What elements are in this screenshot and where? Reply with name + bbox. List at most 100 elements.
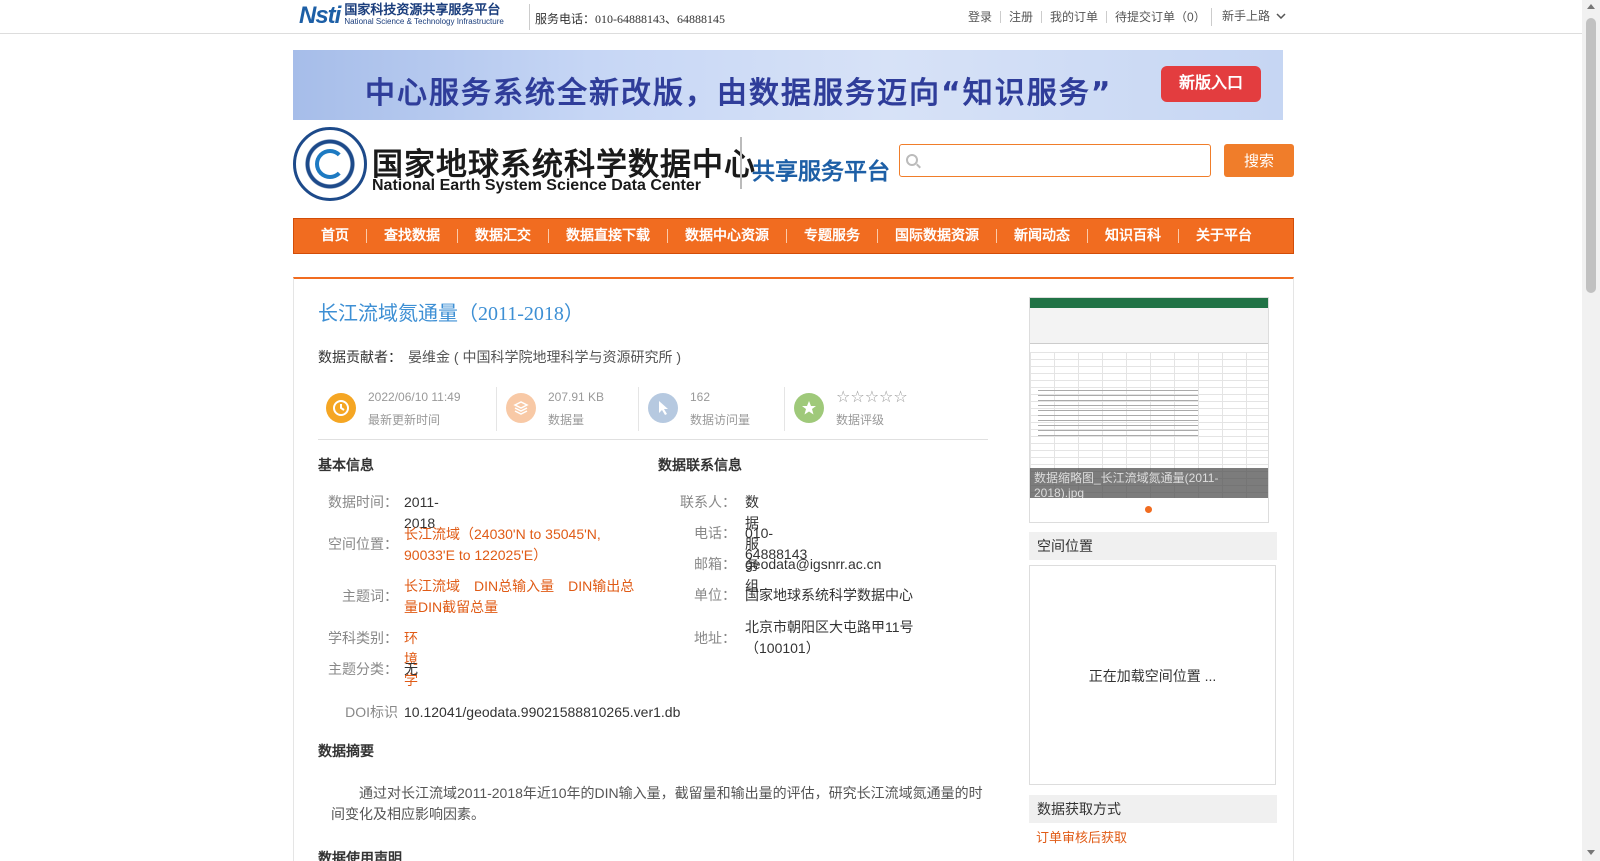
nav-item-news[interactable]: 新闻动态 — [997, 229, 1088, 243]
contributor-value: 晏维金 ( 中国科学院地理科学与资源研究所 ) — [408, 349, 681, 365]
clock-icon — [326, 393, 356, 423]
contact-info-heading: 数据联系信息 — [658, 457, 742, 473]
contributor: 数据贡献者： 晏维金 ( 中国科学院地理科学与资源研究所 ) — [318, 347, 681, 367]
location-value[interactable]: 长江流域（24030'N to 35045'N, 90033'E to 1220… — [404, 524, 644, 566]
visits-value: 162 — [690, 390, 711, 404]
contact-address-label: 地址： — [694, 630, 736, 646]
stat-visits: 162 数据访问量 — [640, 385, 785, 431]
keywords-label: 主题词： — [342, 588, 398, 604]
page-scrollbar[interactable] — [1582, 0, 1600, 861]
category-value: 无 — [404, 661, 418, 677]
data-thumbnail-carousel[interactable]: 数据缩略图_长江流域氮通量(2011-2018).jpg — [1029, 297, 1269, 523]
updated-label: 最新更新时间 — [368, 413, 441, 427]
rating-stars[interactable]: ☆☆☆☆☆ — [836, 387, 908, 407]
nav-item-about[interactable]: 关于平台 — [1179, 229, 1269, 243]
basic-info-heading: 基本信息 — [318, 457, 374, 473]
abstract-text: 通过对长江流域2011-2018年近10年的DIN输入量，截留量和输出量的评估，… — [331, 785, 983, 822]
category-row: 主题分类： — [318, 659, 398, 680]
contact-person-label: 联系人： — [680, 494, 736, 510]
data-time-row: 数据时间： — [318, 492, 398, 513]
star-icon — [794, 393, 824, 423]
abstract-heading: 数据摘要 — [318, 743, 374, 759]
spatial-heading: 空间位置 — [1029, 532, 1277, 560]
service-phone: 服务电话：010-64888143、64888145 — [535, 12, 725, 26]
usage-statement-heading: 数据使用声明 — [318, 850, 402, 861]
divider — [740, 137, 742, 189]
newbie-guide-dropdown[interactable]: 新手上路 — [1222, 7, 1286, 24]
dataset-stats: 2022/06/10 11:49 最新更新时间 207.91 KB 数据量 16… — [318, 385, 988, 440]
main-nav: 首页 查找数据 数据汇交 数据直接下载 数据中心资源 专题服务 国际数据资源 新… — [293, 218, 1294, 254]
contact-phone-label: 电话： — [694, 525, 736, 541]
login-link[interactable]: 登录 — [960, 11, 1002, 23]
nsti-logo-cn: 国家科技资源共享服务平台 — [344, 2, 501, 17]
divider — [784, 387, 785, 431]
top-links: 登录 注册 我的订单 待提交订单（0） — [960, 11, 1214, 23]
updated-value: 2022/06/10 11:49 — [368, 390, 461, 404]
nav-item-international-data[interactable]: 国际数据资源 — [878, 229, 997, 243]
nav-item-topic-services[interactable]: 专题服务 — [787, 229, 878, 243]
spatial-map[interactable]: 正在加载空间位置 ... — [1029, 565, 1276, 785]
platform-name: 共享服务平台 — [752, 159, 890, 185]
contact-email-value[interactable]: geodata@igsnrr.ac.cn — [745, 554, 881, 575]
database-icon — [506, 393, 536, 423]
chevron-down-icon — [1276, 12, 1286, 19]
nav-item-center-resources[interactable]: 数据中心资源 — [668, 229, 787, 243]
data-thumbnail-image[interactable]: 数据缩略图_长江流域氮通量(2011-2018).jpg — [1030, 298, 1268, 498]
top-bar: Nsti 国家科技资源共享服务平台 National Science & Tec… — [0, 0, 1582, 34]
doi-row: DOI标识 — [318, 702, 398, 723]
data-time-label: 数据时间： — [328, 494, 398, 510]
page: Nsti 国家科技资源共享服务平台 National Science & Tec… — [0, 0, 1600, 861]
contact-email-label: 邮箱： — [694, 556, 736, 572]
doi-label: DOI标识 — [345, 704, 398, 720]
cursor-icon — [648, 393, 678, 423]
discipline-row: 学科类别： — [318, 628, 398, 649]
category-label: 主题分类： — [328, 661, 398, 677]
scroll-down-icon[interactable] — [1587, 850, 1595, 855]
site-title-en: National Earth System Science Data Cente… — [372, 177, 702, 194]
visits-label: 数据访问量 — [690, 413, 751, 427]
promo-banner[interactable]: 中心服务系统全新改版，由数据服务迈向“知识服务” 新版入口 — [293, 50, 1283, 120]
newbie-guide-label: 新手上路 — [1222, 9, 1271, 23]
location-label: 空间位置： — [328, 536, 398, 552]
pending-orders-link[interactable]: 待提交订单（0） — [1107, 11, 1214, 23]
search-input[interactable] — [924, 149, 1204, 173]
stat-size: 207.91 KB 数据量 — [498, 385, 638, 431]
scroll-up-icon[interactable] — [1587, 4, 1595, 9]
nsti-logo-en: National Science & Technology Infrastruc… — [344, 17, 504, 26]
contact-unit-label: 单位： — [694, 587, 736, 603]
search-button[interactable]: 搜索 — [1224, 144, 1294, 177]
dataset-title: 长江流域氮通量（2011-2018） — [318, 303, 584, 325]
keywords-row: 主题词： — [318, 586, 398, 607]
search-icon — [906, 154, 918, 166]
my-orders-link[interactable]: 我的订单 — [1042, 11, 1108, 23]
discipline-label: 学科类别： — [328, 630, 398, 646]
rating-label: 数据评级 — [836, 413, 885, 427]
thumbnail-caption: 数据缩略图_长江流域氮通量(2011-2018).jpg — [1030, 468, 1268, 498]
acquire-heading: 数据获取方式 — [1029, 795, 1277, 823]
carousel-dot[interactable] — [1145, 506, 1152, 513]
nav-item-direct-download[interactable]: 数据直接下载 — [549, 229, 668, 243]
divider — [638, 387, 639, 431]
contact-address-value: 北京市朝阳区大屯路甲11号（100101） — [745, 619, 914, 656]
data-center-emblem[interactable] — [293, 127, 367, 201]
nav-item-knowledge[interactable]: 知识百科 — [1088, 229, 1179, 243]
search-box — [899, 144, 1211, 177]
stat-rating: ☆☆☆☆☆ 数据评级 — [786, 385, 986, 431]
nsti-logo[interactable]: Nsti 国家科技资源共享服务平台 National Science & Tec… — [299, 2, 504, 30]
size-label: 数据量 — [548, 413, 585, 427]
contact-unit-value: 国家地球系统科学数据中心 — [745, 587, 913, 603]
divider — [496, 387, 497, 431]
acquire-method-link[interactable]: 订单审核后获取 — [1036, 827, 1127, 846]
scrollbar-thumb[interactable] — [1586, 18, 1596, 293]
contributor-label: 数据贡献者： — [318, 349, 402, 365]
banner-text: 中心服务系统全新改版，由数据服务迈向“知识服务” — [365, 76, 1113, 111]
new-entry-button[interactable]: 新版入口 — [1161, 66, 1261, 102]
nav-item-home[interactable]: 首页 — [304, 229, 367, 243]
nav-item-data-submit[interactable]: 数据汇交 — [458, 229, 549, 243]
divider — [1211, 8, 1212, 26]
doi-value[interactable]: 10.12041/geodata.99021588810265.ver1.db — [404, 702, 680, 723]
keywords-value[interactable]: 长江流域 DIN总输入量 DIN输出总量DIN截留总量 — [404, 576, 644, 618]
nav-item-find-data[interactable]: 查找数据 — [367, 229, 458, 243]
divider — [529, 4, 530, 30]
register-link[interactable]: 注册 — [1001, 11, 1043, 23]
